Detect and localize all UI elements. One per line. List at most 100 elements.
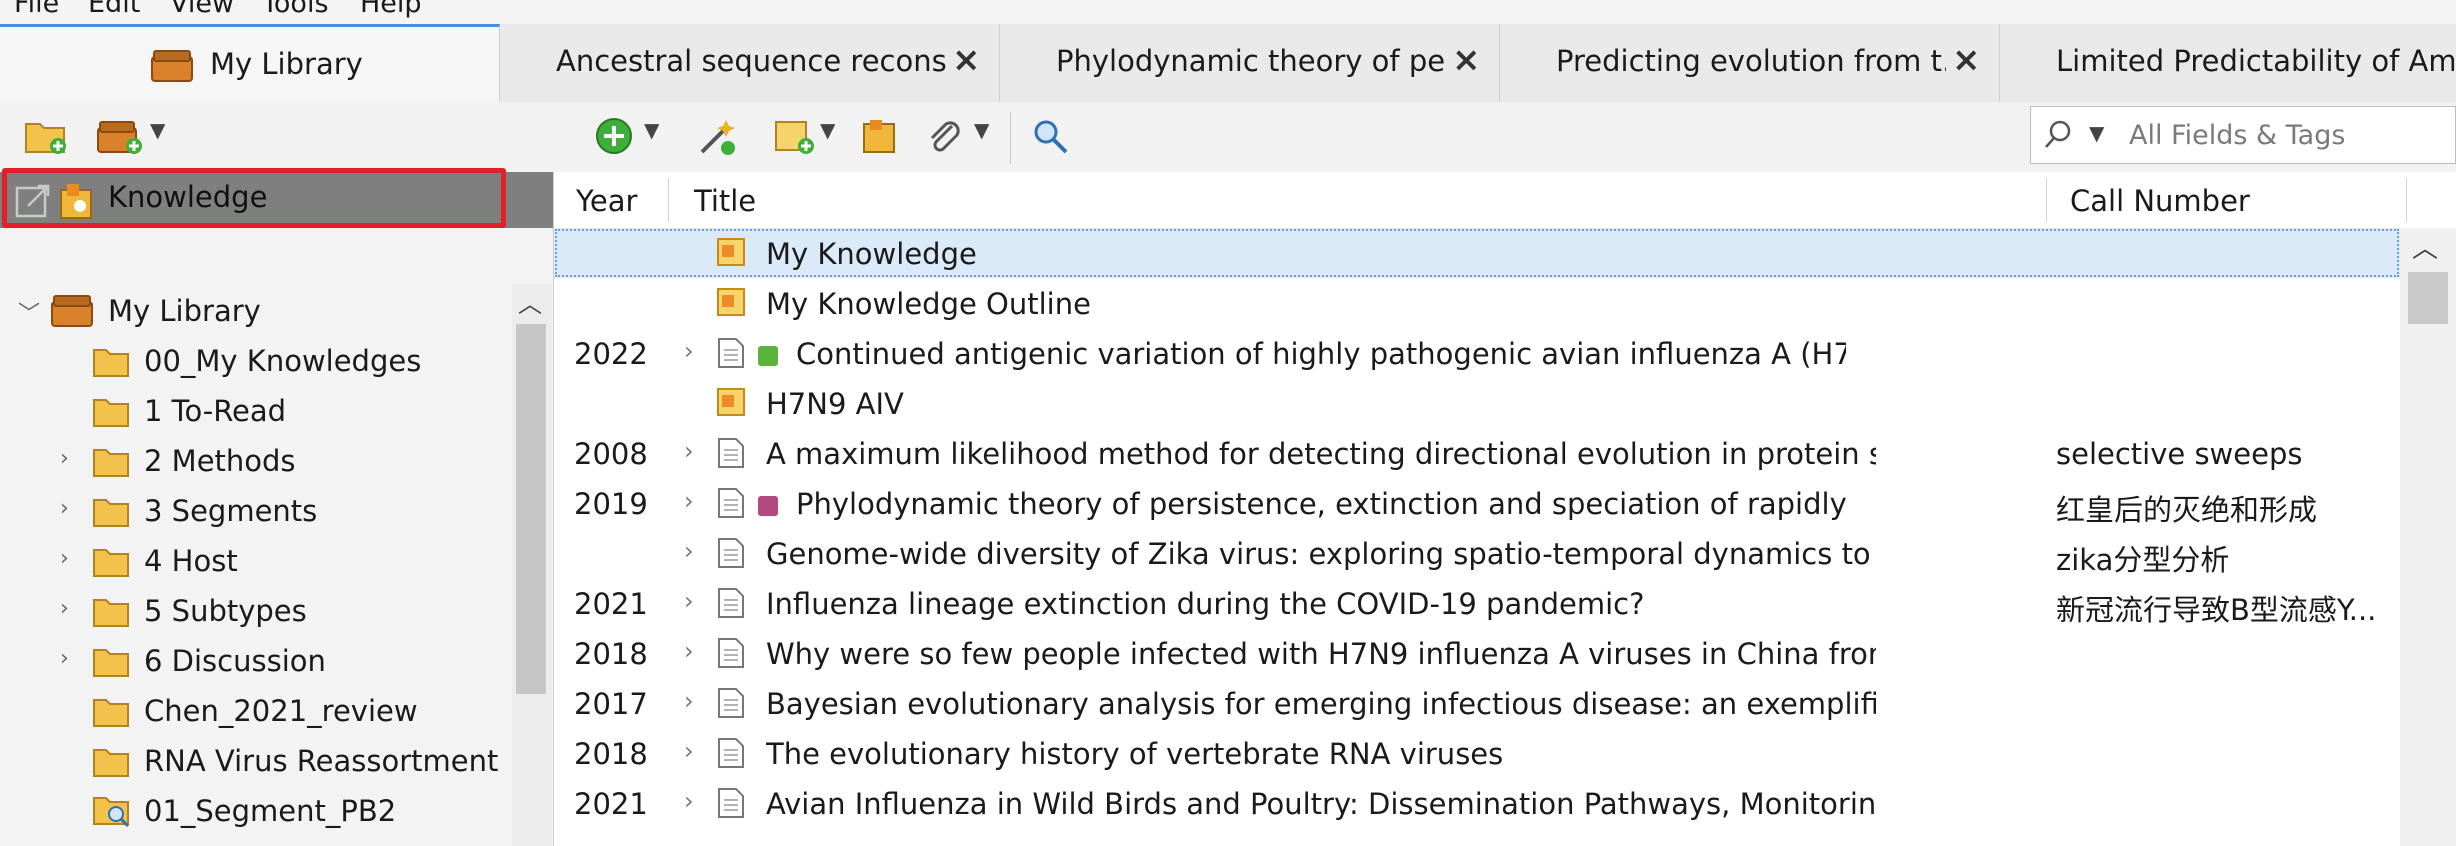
collection-item[interactable]: › 3 Segments [0,486,510,536]
close-icon[interactable]: × [952,40,981,80]
chevron-right-icon[interactable]: › [60,646,69,671]
folder-icon [93,499,129,527]
title-cell: Genome-wide diversity of Zika virus: exp… [766,537,1876,571]
chevron-down-icon[interactable]: ▼ [150,118,165,142]
title-cell: Phylodynamic theory of persistence, exti… [796,487,1846,521]
table-row[interactable]: 2018 › The evolutionary history of verte… [554,728,2400,778]
saved-search-folder-icon [93,797,130,828]
scroll-up-icon[interactable]: ︿ [518,284,542,319]
chevron-right-icon[interactable]: › [684,437,694,465]
chevron-right-icon[interactable]: › [60,496,69,521]
collection-item[interactable]: › 6 Discussion [0,636,510,686]
folder-icon [93,399,129,427]
column-header-call-number[interactable]: Call Number [2070,184,2250,218]
document-icon [718,588,744,618]
collection-item[interactable]: 1 To-Read [0,386,510,436]
collection-item[interactable]: › 4 Host [0,536,510,586]
knowledge-icon[interactable] [860,116,900,156]
chevron-down-icon[interactable]: ﹀ [18,296,40,328]
chevron-right-icon[interactable]: › [684,787,694,815]
highlight-box [2,168,506,228]
collection-item[interactable]: › 2 Methods [0,436,510,486]
table-row[interactable]: 2021 › Avian Influenza in Wild Birds and… [554,778,2400,828]
collection-label: 3 Segments [144,494,318,528]
menu-edit[interactable]: Edit [88,0,140,19]
chevron-down-icon[interactable]: ▼ [820,118,835,142]
scroll-up-icon[interactable]: ︿ [2412,228,2438,265]
items-pane: Year Title Call Number My Knowledge My K… [554,172,2456,846]
menu-view[interactable]: View [170,0,234,19]
scrollbar-thumb[interactable] [516,324,546,694]
collection-item[interactable]: 01_Segment_PB2 [0,786,510,836]
paperclip-icon[interactable] [924,116,964,156]
chevron-right-icon[interactable]: › [684,687,694,715]
folder-icon [93,599,129,627]
chevron-right-icon[interactable]: › [60,446,69,471]
document-icon [718,438,744,468]
table-row[interactable]: › Genome-wide diversity of Zika virus: e… [554,528,2400,578]
column-divider[interactable] [668,178,669,222]
close-icon[interactable]: × [1452,40,1481,80]
collection-item[interactable]: › 5 Subtypes [0,586,510,636]
chevron-down-icon[interactable]: ▼ [974,118,989,142]
locate-search-icon[interactable] [1030,116,1070,156]
tab-my-library[interactable]: My Library [0,24,500,102]
new-collection-icon[interactable] [24,116,68,156]
search-mode-dropdown-icon[interactable]: ▼ [2089,121,2104,145]
column-divider[interactable] [2046,178,2047,222]
title-cell: Why were so few people infected with H7N… [766,637,1876,671]
chevron-right-icon[interactable]: › [684,737,694,765]
search-box[interactable]: ▼ [2030,106,2456,164]
table-row[interactable]: H7N9 AIV [554,378,2400,428]
knowledge-bar[interactable]: Knowledge [0,168,553,228]
chevron-right-icon[interactable]: › [60,546,69,571]
chevron-right-icon[interactable]: › [684,637,694,665]
chevron-right-icon[interactable]: › [684,337,694,365]
new-item-icon[interactable] [594,116,634,156]
tab-document[interactable]: Ancestral sequence reconst... × [500,24,1000,102]
menu-file[interactable]: File [14,0,59,19]
library-icon [51,295,93,327]
tab-document[interactable]: Limited Predictability of Am... [2000,24,2456,102]
menu-tools[interactable]: Tools [262,0,329,19]
table-row[interactable]: 2021 › Influenza lineage extinction duri… [554,578,2400,628]
scrollbar-thumb[interactable] [2408,272,2448,324]
table-row[interactable]: 2022 › Continued antigenic variation of … [554,328,2400,378]
collection-label: RNA Virus Reassortment [144,744,499,778]
column-header-title[interactable]: Title [694,184,756,218]
collection-item[interactable]: Chen_2021_review [0,686,510,736]
table-row[interactable]: 2008 › A maximum likelihood method for d… [554,428,2400,478]
title-cell: A maximum likelihood method for detectin… [766,437,1876,471]
new-library-icon[interactable] [96,116,144,156]
year-cell: 2021 [574,787,648,821]
table-row[interactable]: 2017 › Bayesian evolutionary analysis fo… [554,678,2400,728]
menu-help[interactable]: Help [360,0,422,19]
title-cell: Avian Influenza in Wild Birds and Poultr… [766,787,1876,821]
column-divider[interactable] [2406,178,2407,222]
table-row[interactable]: 2019 › Phylodynamic theory of persistenc… [554,478,2400,528]
folder-icon [93,449,129,477]
chevron-right-icon[interactable]: › [684,537,694,565]
collection-item[interactable]: RNA Virus Reassortment [0,736,510,786]
chevron-right-icon[interactable]: › [684,487,694,515]
add-by-identifier-icon[interactable] [696,116,740,156]
search-input[interactable] [2127,115,2451,155]
tree-library-root[interactable]: ﹀ My Library [0,286,510,336]
tab-document[interactable]: Phylodynamic theory of per... × [1000,24,1500,102]
tab-document[interactable]: Predicting evolution from t... × [1500,24,2000,102]
tab-label: Phylodynamic theory of per... [1056,44,1446,78]
tab-label: My Library [210,47,363,81]
chevron-right-icon[interactable]: › [684,587,694,615]
note-icon [717,238,745,266]
table-row[interactable]: 2018 › Why were so few people infected w… [554,628,2400,678]
collection-item[interactable]: 00_My Knowledges [0,336,510,386]
table-row[interactable]: My Knowledge Outline [554,278,2400,328]
close-icon[interactable]: × [1952,40,1981,80]
chevron-down-icon[interactable]: ▼ [644,118,659,142]
table-row[interactable]: My Knowledge [554,228,2400,278]
title-cell: Continued antigenic variation of highly … [796,337,1846,371]
new-note-icon[interactable] [772,116,816,156]
title-cell: Bayesian evolutionary analysis for emerg… [766,687,1876,721]
chevron-right-icon[interactable]: › [60,596,69,621]
column-header-year[interactable]: Year [576,184,637,218]
